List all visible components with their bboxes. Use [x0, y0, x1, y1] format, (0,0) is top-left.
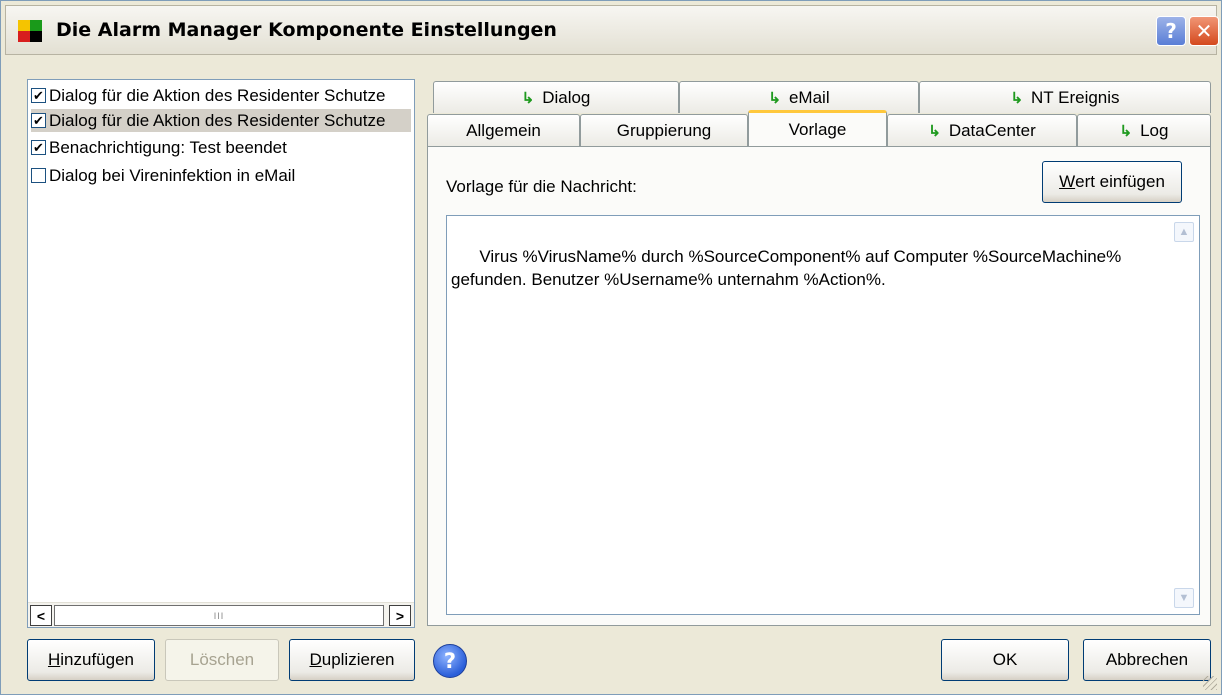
- list-item[interactable]: Dialog bei Vireninfektion in eMail: [31, 164, 411, 187]
- help-button[interactable]: ?: [1156, 16, 1186, 46]
- tab-dialog[interactable]: ↳ Dialog: [433, 81, 679, 113]
- arrow-icon: ↳: [928, 122, 941, 140]
- grip-icon: III: [213, 610, 225, 621]
- list-item-label: Dialog bei Vireninfektion in eMail: [49, 165, 296, 185]
- chevron-up-icon: ▲: [1178, 225, 1190, 238]
- window-title: Die Alarm Manager Komponente Einstellung…: [56, 19, 557, 41]
- tab-datacenter[interactable]: ↳ DataCenter: [887, 114, 1077, 146]
- checkbox[interactable]: [31, 168, 46, 183]
- checkmark-icon: ✔: [33, 88, 44, 103]
- resize-grip-icon[interactable]: [1203, 676, 1217, 690]
- help-icon: ?: [1165, 19, 1177, 43]
- insert-value-button[interactable]: Wert einfügen: [1042, 161, 1182, 203]
- template-text: Virus %VirusName% durch %SourceComponent…: [451, 247, 1122, 289]
- add-button[interactable]: Hinzufügen: [27, 639, 155, 681]
- template-label: Vorlage für die Nachricht:: [446, 177, 637, 196]
- arrow-icon: ↳: [768, 89, 781, 107]
- scroll-up-button[interactable]: ▲: [1174, 222, 1194, 242]
- vorlage-panel: Vorlage für die Nachricht: Wert einfügen…: [427, 146, 1211, 626]
- chevron-down-icon: ▼: [1178, 591, 1190, 604]
- duplicate-button[interactable]: Duplizieren: [289, 639, 415, 681]
- settings-dialog: Die Alarm Manager Komponente Einstellung…: [0, 0, 1222, 695]
- delete-button[interactable]: Löschen: [165, 639, 279, 681]
- list-item[interactable]: ✔ Dialog für die Aktion des Residenter S…: [31, 84, 411, 107]
- scroll-left-button[interactable]: <: [30, 605, 52, 626]
- arrow-icon: ↳: [521, 89, 535, 107]
- tab-email[interactable]: ↳ eMail: [679, 81, 919, 113]
- arrow-icon: ↳: [1119, 122, 1133, 140]
- tab-nt-ereignis[interactable]: ↳ NT Ereignis: [919, 81, 1211, 113]
- cancel-button[interactable]: Abbrechen: [1083, 639, 1211, 681]
- checkbox[interactable]: ✔: [31, 140, 46, 155]
- checkbox[interactable]: ✔: [31, 113, 46, 128]
- tab-vorlage[interactable]: Vorlage: [748, 110, 887, 146]
- close-button[interactable]: ✕: [1189, 16, 1219, 46]
- scroll-thumb[interactable]: III: [54, 605, 384, 626]
- arrow-icon: ↳: [1010, 89, 1024, 107]
- chevron-left-icon: <: [36, 607, 46, 624]
- list-item[interactable]: ✔ Dialog für die Aktion des Residenter S…: [31, 109, 411, 132]
- app-icon: [18, 20, 42, 42]
- chevron-right-icon: >: [395, 607, 405, 624]
- title-bar[interactable]: Die Alarm Manager Komponente Einstellung…: [5, 5, 1219, 55]
- template-textarea[interactable]: Virus %VirusName% durch %SourceComponent…: [446, 215, 1200, 615]
- alarm-list[interactable]: ✔ Dialog für die Aktion des Residenter S…: [27, 79, 415, 628]
- question-icon: ?: [443, 649, 457, 673]
- ok-button[interactable]: OK: [941, 639, 1069, 681]
- help-circle-button[interactable]: ?: [433, 644, 467, 678]
- scroll-right-button[interactable]: >: [389, 605, 411, 626]
- list-item-label: Dialog für die Aktion des Residenter Sch…: [49, 85, 386, 105]
- checkmark-icon: ✔: [33, 140, 44, 155]
- checkbox[interactable]: ✔: [31, 88, 46, 103]
- checkmark-icon: ✔: [33, 113, 44, 128]
- vertical-scrollbar[interactable]: ▲ ▼: [1171, 218, 1197, 612]
- list-item-label: Benachrichtigung: Test beendet: [49, 137, 287, 157]
- tab-log[interactable]: ↳ Log: [1077, 114, 1211, 146]
- close-icon: ✕: [1195, 19, 1213, 43]
- tab-gruppierung[interactable]: Gruppierung: [580, 114, 748, 146]
- list-item-label: Dialog für die Aktion des Residenter Sch…: [49, 110, 386, 130]
- tab-allgemein[interactable]: Allgemein: [427, 114, 580, 146]
- scroll-down-button[interactable]: ▼: [1174, 588, 1194, 608]
- horizontal-scrollbar[interactable]: < III >: [28, 602, 414, 627]
- list-item[interactable]: ✔ Benachrichtigung: Test beendet: [31, 136, 411, 159]
